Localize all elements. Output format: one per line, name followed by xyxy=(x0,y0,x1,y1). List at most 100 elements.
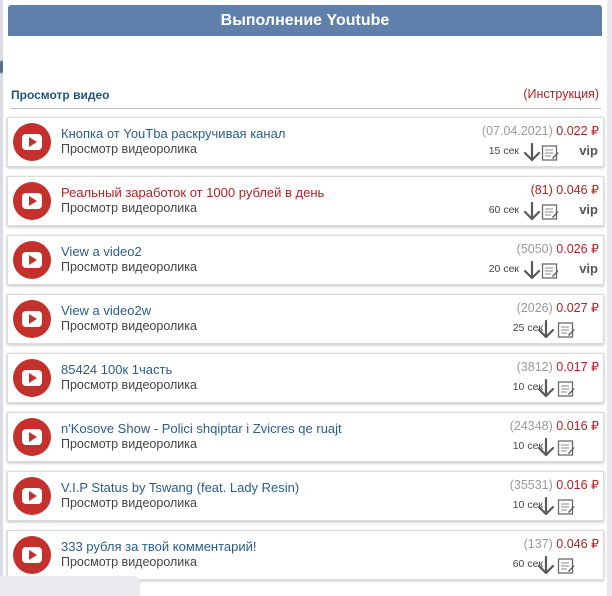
task-title-link[interactable]: V.I.P Status by Tswang (feat. Lady Resin… xyxy=(61,480,299,495)
scrollbar-track[interactable] xyxy=(607,0,612,596)
task-card[interactable]: Кнопка от YouTba раскручивая канал Просмо… xyxy=(7,117,604,167)
task-type-label: Просмотр видеоролика xyxy=(61,142,197,156)
play-triangle-icon xyxy=(29,137,37,147)
task-stats: (81) 0.046 ₽ xyxy=(531,182,599,197)
section-title: Просмотр видео xyxy=(11,88,110,102)
instruction-link[interactable]: (Инструкция) xyxy=(523,87,599,101)
task-stats: (5050) 0.026 ₽ xyxy=(517,241,599,256)
youtube-play-box xyxy=(22,429,42,445)
task-count: (3812) xyxy=(516,360,553,374)
report-form-icon[interactable] xyxy=(541,202,559,222)
task-type-label: Просмотр видеоролика xyxy=(61,437,197,451)
report-form-icon[interactable] xyxy=(557,379,575,399)
task-count: (07.04.2021) xyxy=(481,124,553,138)
task-type-label: Просмотр видеоролика xyxy=(61,496,197,510)
play-triangle-icon xyxy=(29,314,37,324)
download-arrow-icon[interactable] xyxy=(523,202,541,222)
vip-badge[interactable]: vip xyxy=(579,202,598,217)
play-triangle-icon xyxy=(29,550,37,560)
task-card[interactable]: Реальный заработок от 1000 рублей в день… xyxy=(7,176,604,226)
download-arrow-icon[interactable] xyxy=(537,320,555,340)
task-card[interactable]: 85424 100к 1часть Просмотр видеоролика (38… xyxy=(7,353,604,403)
left-page-edge xyxy=(0,0,3,596)
play-triangle-icon xyxy=(29,373,37,383)
task-stats: (07.04.2021) 0.022 ₽ xyxy=(482,123,599,138)
task-count: (35531) xyxy=(509,478,553,492)
task-stats: (35531) 0.016 ₽ xyxy=(510,477,599,492)
youtube-icon xyxy=(13,359,51,397)
task-stats: (2026) 0.027 ₽ xyxy=(517,300,599,315)
task-card[interactable]: 333 рубля за твой комментарий! Просмотр в… xyxy=(7,530,604,580)
task-duration: 20 сек xyxy=(488,263,519,275)
task-card[interactable]: n'Kosove Show - Polici shqiptar i Zvicre… xyxy=(7,412,604,462)
youtube-icon xyxy=(13,477,51,515)
youtube-play-box xyxy=(22,370,42,386)
task-type-label: Просмотр видеоролика xyxy=(61,555,197,569)
task-type-label: Просмотр видеоролика xyxy=(61,319,197,333)
task-card[interactable]: View a video2w Просмотр видеоролика (2026)… xyxy=(7,294,604,344)
vip-badge[interactable]: vip xyxy=(579,143,598,158)
youtube-play-box xyxy=(22,134,42,150)
youtube-icon xyxy=(13,123,51,161)
task-price: 0.016 ₽ xyxy=(556,478,599,492)
task-price: 0.046 ₽ xyxy=(556,537,599,551)
youtube-play-box xyxy=(22,311,42,327)
task-count: (2026) xyxy=(516,301,553,315)
task-card[interactable]: View a video2 Просмотр видеоролика (5050) … xyxy=(7,235,604,285)
task-count: (81) xyxy=(530,183,553,197)
report-form-icon[interactable] xyxy=(557,320,575,340)
task-price: 0.046 ₽ xyxy=(556,183,599,197)
download-arrow-icon[interactable] xyxy=(537,497,555,517)
task-title-link[interactable]: n'Kosove Show - Polici shqiptar i Zvicre… xyxy=(61,421,342,436)
task-count: (5050) xyxy=(516,242,553,256)
report-form-icon[interactable] xyxy=(541,261,559,281)
bottom-panel-overlay xyxy=(0,576,140,596)
task-price: 0.017 ₽ xyxy=(556,360,599,374)
report-form-icon[interactable] xyxy=(557,556,575,576)
youtube-icon xyxy=(13,241,51,279)
section-header: Просмотр видео (Инструкция) xyxy=(10,87,601,109)
report-form-icon[interactable] xyxy=(541,143,559,163)
task-price: 0.016 ₽ xyxy=(556,419,599,433)
download-arrow-icon[interactable] xyxy=(537,438,555,458)
play-triangle-icon xyxy=(29,491,37,501)
task-title-link[interactable]: View a video2 xyxy=(61,244,142,259)
task-title-link[interactable]: Реальный заработок от 1000 рублей в день xyxy=(61,185,324,200)
download-arrow-icon[interactable] xyxy=(523,143,541,163)
page-header: Выполнение Youtube xyxy=(8,5,602,36)
task-stats: (137) 0.046 ₽ xyxy=(524,536,599,551)
youtube-icon xyxy=(13,536,51,574)
report-form-icon[interactable] xyxy=(557,497,575,517)
task-card[interactable]: V.I.P Status by Tswang (feat. Lady Resin… xyxy=(7,471,604,521)
task-title-link[interactable]: 333 рубля за твой комментарий! xyxy=(61,539,257,554)
task-stats: (24348) 0.016 ₽ xyxy=(510,418,599,433)
youtube-icon xyxy=(13,300,51,338)
youtube-icon xyxy=(13,418,51,456)
play-triangle-icon xyxy=(29,255,37,265)
task-price: 0.026 ₽ xyxy=(556,242,599,256)
task-type-label: Просмотр видеоролика xyxy=(61,260,197,274)
page-title: Выполнение Youtube xyxy=(220,11,390,29)
task-type-label: Просмотр видеоролика xyxy=(61,378,197,392)
task-title-link[interactable]: 85424 100к 1часть xyxy=(61,362,172,377)
youtube-play-box xyxy=(22,488,42,504)
youtube-play-box xyxy=(22,547,42,563)
vip-badge[interactable]: vip xyxy=(579,261,598,276)
task-count: (24348) xyxy=(509,419,553,433)
task-price: 0.027 ₽ xyxy=(556,301,599,315)
report-form-icon[interactable] xyxy=(557,438,575,458)
youtube-icon xyxy=(13,182,51,220)
task-price: 0.022 ₽ xyxy=(556,124,599,138)
play-triangle-icon xyxy=(29,432,37,442)
download-arrow-icon[interactable] xyxy=(537,379,555,399)
youtube-play-box xyxy=(22,252,42,268)
task-count: (137) xyxy=(523,537,553,551)
download-arrow-icon[interactable] xyxy=(537,556,555,576)
task-title-link[interactable]: Кнопка от YouTba раскручивая канал xyxy=(61,126,285,141)
download-arrow-icon[interactable] xyxy=(523,261,541,281)
task-type-label: Просмотр видеоролика xyxy=(61,201,197,215)
task-duration: 15 сек xyxy=(488,145,519,157)
task-title-link[interactable]: View a video2w xyxy=(61,303,151,318)
youtube-play-box xyxy=(22,193,42,209)
play-triangle-icon xyxy=(29,196,37,206)
